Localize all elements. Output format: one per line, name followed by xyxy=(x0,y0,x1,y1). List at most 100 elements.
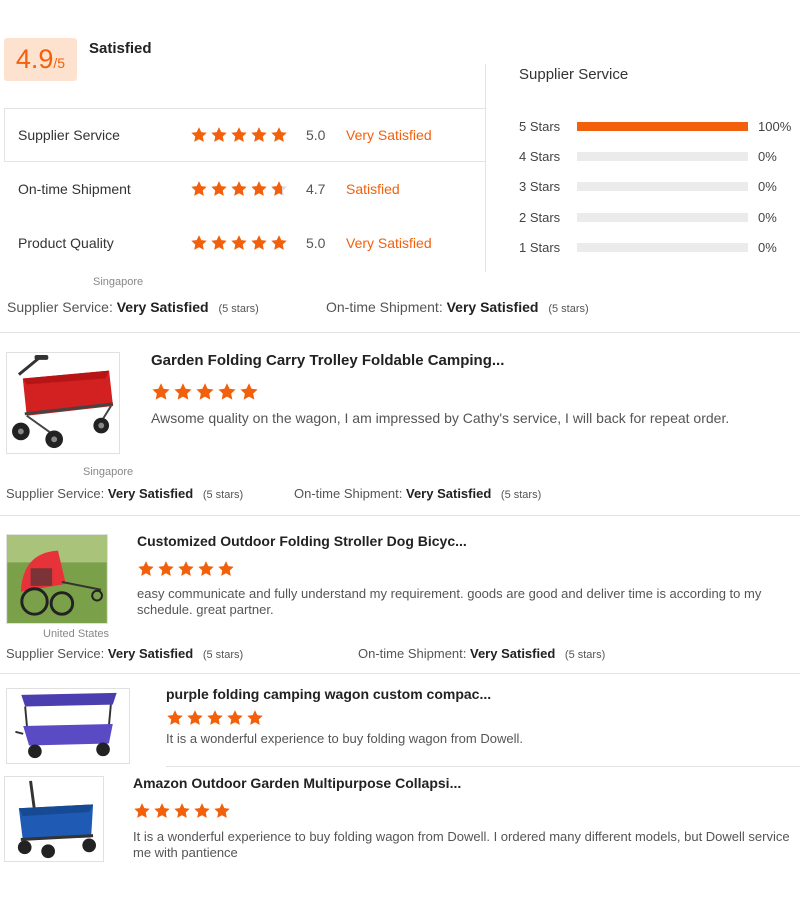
star-icon xyxy=(270,234,288,252)
distribution-row-2: 2 Stars 0% xyxy=(519,209,799,225)
metric-stars xyxy=(190,126,288,144)
reviewer-country: Singapore xyxy=(83,466,134,478)
distribution-percent: 0% xyxy=(758,239,777,255)
overall-score: 4.9 xyxy=(15,44,54,74)
star-icon xyxy=(210,180,228,198)
review-divider xyxy=(166,766,800,767)
service-value: Very Satisfied xyxy=(107,646,194,661)
star-icon xyxy=(157,560,175,578)
star-icon xyxy=(210,234,228,252)
distribution-row-3: 3 Stars 0% xyxy=(519,178,799,194)
metric-stars xyxy=(190,234,288,252)
review-text: easy communicate and fully understand my… xyxy=(137,586,762,617)
distribution-percent: 100% xyxy=(758,118,792,134)
star-icon xyxy=(217,560,235,578)
distribution-bar xyxy=(577,151,748,161)
shipment-value: Very Satisfied xyxy=(446,299,539,315)
star-icon xyxy=(213,802,231,820)
distribution-bar xyxy=(577,242,748,252)
metric-text: Very Satisfied xyxy=(346,235,432,251)
review-shipment-line: On-time Shipment: Very Satisfied (5 star… xyxy=(326,299,589,315)
star-icon xyxy=(250,234,268,252)
product-thumbnail[interactable] xyxy=(6,688,130,764)
service-stars: (5 stars) xyxy=(202,489,244,501)
product-thumbnail[interactable] xyxy=(6,534,108,624)
star-icon xyxy=(230,180,248,198)
star-icon xyxy=(230,234,248,252)
red-wagon-image xyxy=(7,353,119,453)
star-icon xyxy=(246,709,264,727)
star-icon xyxy=(137,560,155,578)
metric-name: On-time Shipment xyxy=(18,181,131,197)
blue-wagon-image xyxy=(5,777,103,861)
review-text: Awsome quality on the wagon, I am impres… xyxy=(151,410,730,426)
purple-wagon-image xyxy=(7,689,129,763)
metric-row-supplier-service[interactable]: Supplier Service 5.0 Very Satisfied xyxy=(4,108,486,162)
star-icon xyxy=(206,709,224,727)
review-stars xyxy=(151,382,259,402)
star-icon xyxy=(210,126,228,144)
distribution-percent: 0% xyxy=(758,209,777,225)
shipment-label: On-time Shipment: xyxy=(358,646,467,661)
distribution-percent: 0% xyxy=(758,178,777,194)
metric-text: Very Satisfied xyxy=(346,127,432,143)
review-stars xyxy=(166,709,264,727)
review-divider xyxy=(0,332,800,333)
distribution-label: 1 Stars xyxy=(519,239,561,255)
reviewer-country: Singapore xyxy=(93,276,144,288)
distribution-label: 4 Stars xyxy=(519,148,561,164)
star-icon xyxy=(190,126,208,144)
service-label: Supplier Service: xyxy=(6,646,105,661)
star-icon xyxy=(270,180,288,198)
distribution-row-5: 5 Stars 100% xyxy=(519,118,799,134)
distribution-bar-fill xyxy=(577,121,748,131)
distribution-row-4: 4 Stars 0% xyxy=(519,148,799,164)
product-thumbnail[interactable] xyxy=(6,352,120,454)
product-thumbnail[interactable] xyxy=(4,776,104,862)
metric-value: 5.0 xyxy=(306,235,326,251)
shipment-stars: (5 stars) xyxy=(564,649,606,661)
overall-label: Satisfied xyxy=(89,40,152,57)
star-icon xyxy=(226,709,244,727)
distribution-bar xyxy=(577,121,748,131)
star-icon xyxy=(166,709,184,727)
product-title[interactable]: Amazon Outdoor Garden Multipurpose Colla… xyxy=(133,775,461,791)
star-icon xyxy=(151,382,171,402)
metric-row-product-quality[interactable]: Product Quality 5.0 Very Satisfied xyxy=(4,216,486,270)
review-stars xyxy=(133,802,231,820)
distribution-bar xyxy=(577,212,748,222)
review-service-line: Supplier Service: Very Satisfied (5 star… xyxy=(7,299,259,315)
review-text: It is a wonderful experience to buy fold… xyxy=(166,731,523,746)
metric-stars xyxy=(190,180,288,198)
metric-row-on-time-shipment[interactable]: On-time Shipment 4.7 Satisfied xyxy=(4,162,486,216)
product-title[interactable]: Customized Outdoor Folding Stroller Dog … xyxy=(137,533,467,549)
star-icon xyxy=(190,180,208,198)
shipment-value: Very Satisfied xyxy=(470,646,556,661)
review-shipment-line: On-time Shipment: Very Satisfied (5 star… xyxy=(358,646,605,661)
star-icon xyxy=(177,560,195,578)
distribution-label: 2 Stars xyxy=(519,209,561,225)
product-title[interactable]: Garden Folding Carry Trolley Foldable Ca… xyxy=(151,352,504,369)
review-service-line: Supplier Service: Very Satisfied (5 star… xyxy=(6,486,243,501)
star-icon xyxy=(250,180,268,198)
star-icon xyxy=(153,802,171,820)
metrics-panel: Supplier Service 5.0 Very Satisfied On-t… xyxy=(4,64,486,272)
star-icon xyxy=(195,382,215,402)
star-icon xyxy=(217,382,237,402)
distribution-bar xyxy=(577,181,748,191)
distribution-row-1: 1 Stars 0% xyxy=(519,239,799,255)
review-stars xyxy=(137,560,235,578)
review-divider xyxy=(0,673,800,674)
metric-name: Supplier Service xyxy=(18,127,120,143)
shipment-label: On-time Shipment: xyxy=(294,486,403,501)
product-title[interactable]: purple folding camping wagon custom comp… xyxy=(166,686,491,702)
star-icon xyxy=(230,126,248,144)
review-service-line: Supplier Service: Very Satisfied (5 star… xyxy=(6,646,243,661)
service-label: Supplier Service: xyxy=(7,299,113,315)
star-icon xyxy=(173,802,191,820)
metric-text: Satisfied xyxy=(346,181,400,197)
star-icon xyxy=(190,234,208,252)
star-icon xyxy=(193,802,211,820)
metric-value: 4.7 xyxy=(306,181,326,197)
dog-stroller-image xyxy=(7,535,107,623)
